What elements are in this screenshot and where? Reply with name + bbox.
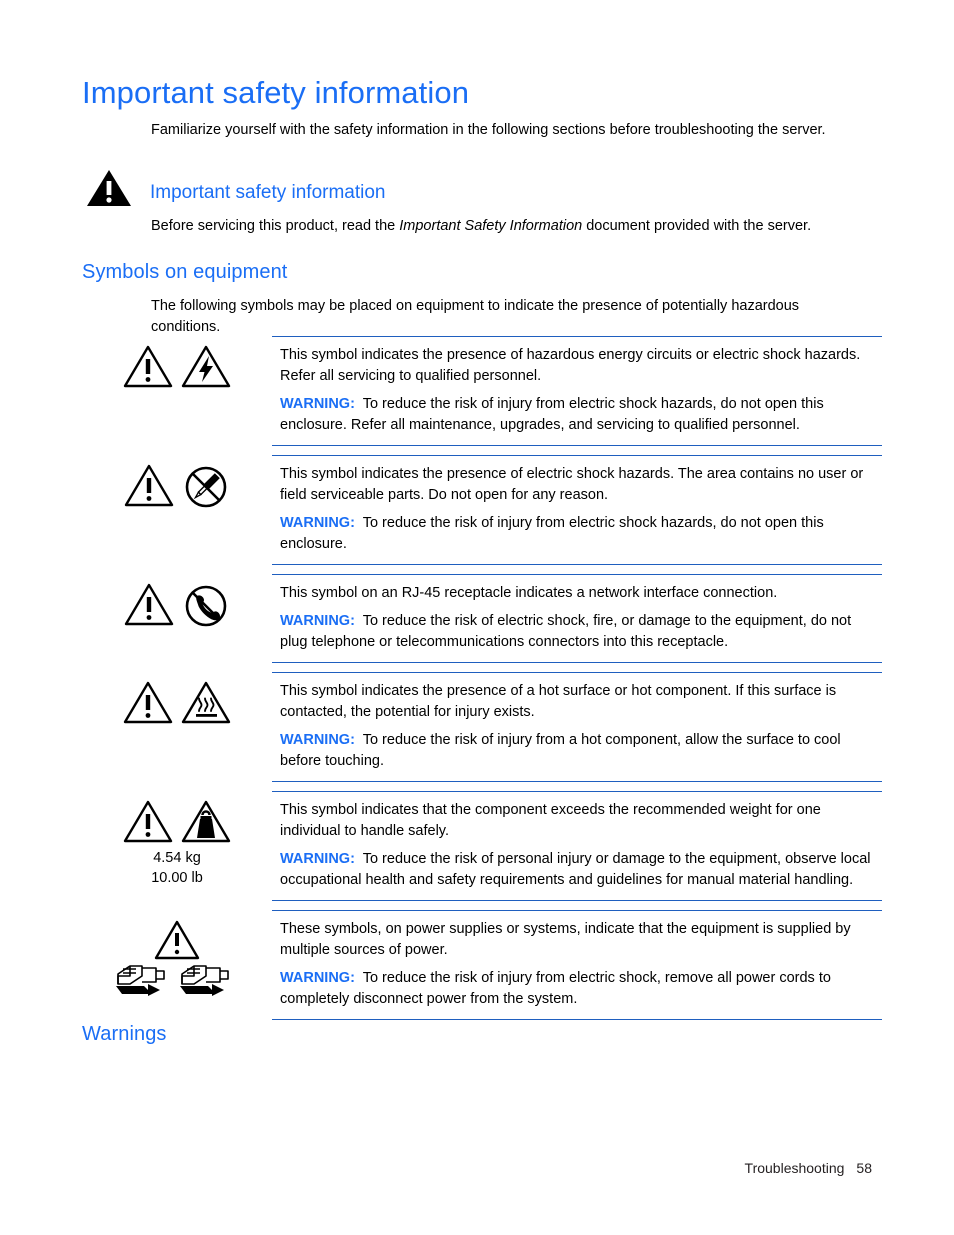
symbol-description: This symbol on an RJ-45 receptacle indic… bbox=[280, 585, 778, 601]
weight-labels: 4.54 kg 10.00 lb bbox=[151, 848, 203, 888]
symbol-warning: WARNING: To reduce the risk of electric … bbox=[280, 611, 882, 653]
warning-label: WARNING: bbox=[280, 732, 355, 748]
weight-imperial: 10.00 lb bbox=[151, 870, 203, 886]
symbol-description-cell: This symbol indicates the presence of a … bbox=[272, 672, 882, 782]
heavy-weight-triangle-icon bbox=[180, 799, 232, 845]
symbol-description: These symbols, on power supplies or syst… bbox=[280, 921, 851, 958]
warning-label: WARNING: bbox=[280, 970, 355, 986]
table-row: This symbol indicates the presence of ha… bbox=[82, 336, 882, 446]
warning-label: WARNING: bbox=[280, 396, 355, 412]
warning-label: WARNING: bbox=[280, 613, 355, 629]
multiple-power-cords-icon bbox=[112, 918, 242, 996]
table-row: This symbol indicates the presence of a … bbox=[82, 672, 882, 782]
symbols-table: This symbol indicates the presence of ha… bbox=[82, 336, 882, 1029]
footer-page-number: 58 bbox=[856, 1160, 872, 1176]
important-safety-heading: Important safety information bbox=[150, 182, 386, 203]
table-row: This symbol on an RJ-45 receptacle indic… bbox=[82, 574, 882, 663]
symbol-icons-cell bbox=[82, 574, 272, 628]
symbol-description: This symbol indicates the presence of ha… bbox=[280, 347, 861, 384]
symbol-description-cell: These symbols, on power supplies or syst… bbox=[272, 910, 882, 1020]
symbol-icons-cell bbox=[82, 672, 272, 726]
symbol-icons-cell bbox=[82, 336, 272, 390]
body-italic: Important Safety Information bbox=[399, 218, 583, 234]
weight-metric: 4.54 kg bbox=[153, 850, 201, 866]
symbol-warning: WARNING: To reduce the risk of injury fr… bbox=[280, 513, 882, 555]
symbol-description-cell: This symbol on an RJ-45 receptacle indic… bbox=[272, 574, 882, 663]
symbol-warning: WARNING: To reduce the risk of injury fr… bbox=[280, 394, 882, 436]
symbol-description-cell: This symbol indicates that the component… bbox=[272, 791, 882, 901]
no-servicing-screwdriver-icon bbox=[181, 463, 231, 509]
warning-text: To reduce the risk of injury from a hot … bbox=[280, 732, 841, 769]
page-title: Important safety information bbox=[82, 75, 470, 110]
warning-triangle-icon bbox=[122, 680, 174, 726]
warning-triangle-icon bbox=[122, 799, 174, 845]
warning-text: To reduce the risk of injury from electr… bbox=[280, 515, 824, 552]
symbol-icons-cell: 4.54 kg 10.00 lb bbox=[82, 791, 272, 888]
warning-triangle-icon bbox=[86, 168, 132, 208]
table-row: These symbols, on power supplies or syst… bbox=[82, 910, 882, 1020]
table-row: This symbol indicates the presence of el… bbox=[82, 455, 882, 565]
warning-text: To reduce the risk of personal injury or… bbox=[280, 851, 871, 888]
symbol-icons-cell bbox=[82, 455, 272, 509]
footer-chapter: Troubleshooting bbox=[744, 1160, 845, 1176]
symbol-description-cell: This symbol indicates the presence of el… bbox=[272, 455, 882, 565]
symbols-on-equipment-heading: Symbols on equipment bbox=[82, 261, 288, 283]
symbol-warning: WARNING: To reduce the risk of injury fr… bbox=[280, 968, 882, 1010]
important-safety-body: Before servicing this product, read the … bbox=[151, 216, 911, 237]
symbol-icons-cell bbox=[82, 910, 272, 996]
warning-triangle-icon bbox=[122, 344, 174, 390]
symbol-description: This symbol indicates the presence of el… bbox=[280, 466, 864, 503]
warning-triangle-icon bbox=[123, 463, 175, 509]
warning-text: To reduce the risk of electric shock, fi… bbox=[280, 613, 852, 650]
symbol-description: This symbol indicates the presence of a … bbox=[280, 683, 837, 720]
page-footer: Troubleshooting 58 bbox=[745, 1158, 872, 1178]
warning-text: To reduce the risk of injury from electr… bbox=[280, 970, 831, 1007]
symbol-warning: WARNING: To reduce the risk of personal … bbox=[280, 849, 882, 891]
document-page: Important safety information Familiarize… bbox=[0, 0, 954, 1235]
body-before: Before servicing this product, read the bbox=[151, 218, 400, 234]
no-telephone-icon bbox=[181, 582, 231, 628]
warning-label: WARNING: bbox=[280, 851, 355, 867]
body-after: document provided with the server. bbox=[582, 218, 812, 234]
symbol-description: This symbol indicates that the component… bbox=[280, 802, 821, 839]
warning-text: To reduce the risk of injury from electr… bbox=[280, 396, 824, 433]
symbol-warning: WARNING: To reduce the risk of injury fr… bbox=[280, 730, 882, 772]
intro-paragraph: Familiarize yourself with the safety inf… bbox=[151, 122, 826, 138]
warning-triangle-icon bbox=[123, 582, 175, 628]
warnings-heading: Warnings bbox=[82, 1023, 167, 1045]
hot-surface-triangle-icon bbox=[180, 680, 232, 726]
warning-label: WARNING: bbox=[280, 515, 355, 531]
symbol-description-cell: This symbol indicates the presence of ha… bbox=[272, 336, 882, 446]
symbols-intro-paragraph: The following symbols may be placed on e… bbox=[151, 298, 800, 335]
electric-shock-triangle-icon bbox=[180, 344, 232, 390]
table-row: 4.54 kg 10.00 lb This symbol indicates t… bbox=[82, 791, 882, 901]
